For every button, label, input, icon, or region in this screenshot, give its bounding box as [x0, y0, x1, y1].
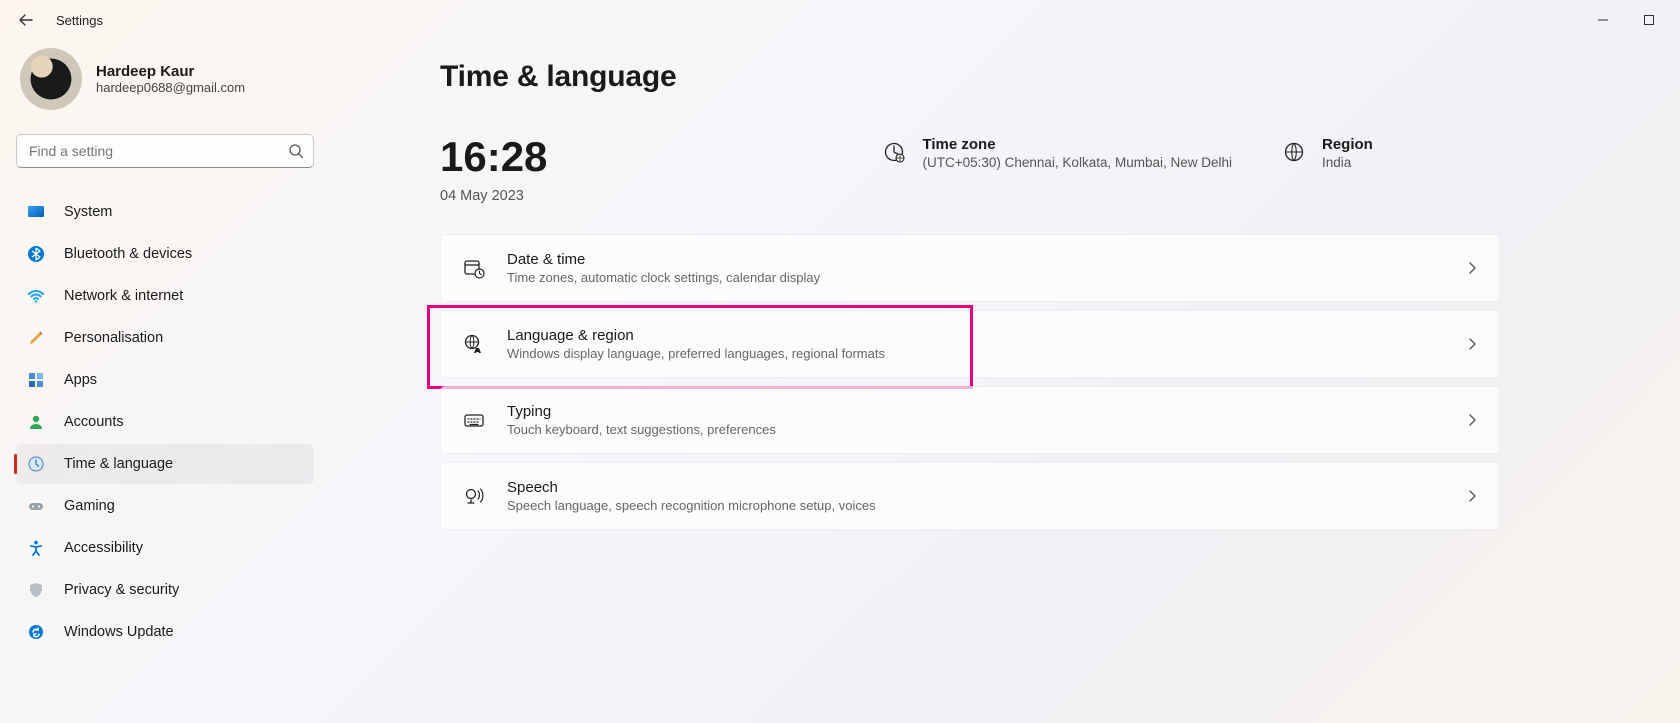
card-desc: Touch keyboard, text suggestions, prefer…	[507, 422, 1465, 437]
sidebar-item-gaming[interactable]: Gaming	[16, 486, 314, 526]
sidebar-item-windows-update[interactable]: Windows Update	[16, 612, 314, 652]
timezone-block[interactable]: Time zone (UTC+05:30) Chennai, Kolkata, …	[880, 136, 1232, 170]
sidebar-item-system[interactable]: System	[16, 192, 314, 232]
card-title: Speech	[507, 479, 1465, 496]
person-icon	[26, 412, 46, 432]
card-desc: Time zones, automatic clock settings, ca…	[507, 270, 1465, 285]
search-input[interactable]	[16, 134, 314, 168]
card-speech[interactable]: Speech Speech language, speech recogniti…	[440, 462, 1500, 530]
region-block[interactable]: Region India	[1280, 136, 1500, 170]
sidebar-item-apps[interactable]: Apps	[16, 360, 314, 400]
timezone-value: (UTC+05:30) Chennai, Kolkata, Mumbai, Ne…	[922, 155, 1232, 170]
chevron-right-icon	[1465, 261, 1479, 275]
card-desc: Windows display language, preferred lang…	[507, 346, 1465, 361]
sidebar-item-time-language[interactable]: Time & language	[16, 444, 314, 484]
wifi-icon	[26, 286, 46, 306]
sidebar-item-label: Gaming	[64, 498, 115, 514]
card-title: Language & region	[507, 327, 1465, 344]
update-icon	[26, 622, 46, 642]
sidebar-item-label: Accessibility	[64, 540, 143, 556]
sidebar-item-privacy[interactable]: Privacy & security	[16, 570, 314, 610]
sidebar-item-label: Accounts	[64, 414, 124, 430]
account-block[interactable]: Hardeep Kaur hardeep0688@gmail.com	[16, 44, 314, 128]
sidebar: Hardeep Kaur hardeep0688@gmail.com Syste…	[0, 40, 330, 723]
sidebar-item-label: Apps	[64, 372, 97, 388]
arrow-left-icon	[18, 12, 34, 28]
page-title: Time & language	[440, 60, 1500, 94]
avatar	[20, 48, 82, 110]
sidebar-item-accessibility[interactable]: Accessibility	[16, 528, 314, 568]
sidebar-item-label: System	[64, 204, 112, 220]
clock-block: 16:28 04 May 2023	[440, 136, 547, 204]
card-date-time[interactable]: Date & time Time zones, automatic clock …	[440, 234, 1500, 302]
sidebar-item-label: Windows Update	[64, 624, 174, 640]
settings-cards: Date & time Time zones, automatic clock …	[440, 234, 1500, 530]
card-title: Typing	[507, 403, 1465, 420]
accessibility-icon	[26, 538, 46, 558]
paintbrush-icon	[26, 328, 46, 348]
search-box	[16, 134, 314, 168]
shield-icon	[26, 580, 46, 600]
sidebar-item-label: Time & language	[64, 456, 173, 472]
language-region-icon	[461, 331, 487, 357]
account-name: Hardeep Kaur	[96, 63, 245, 80]
apps-icon	[26, 370, 46, 390]
sidebar-item-accounts[interactable]: Accounts	[16, 402, 314, 442]
header-row: 16:28 04 May 2023 Time zone (UTC+05:30) …	[440, 136, 1500, 204]
gamepad-icon	[26, 496, 46, 516]
back-button[interactable]	[8, 2, 44, 38]
current-time: 16:28	[440, 136, 547, 178]
card-title: Date & time	[507, 251, 1465, 268]
maximize-icon	[1643, 14, 1655, 26]
main-content: Time & language 16:28 04 May 2023 Time z…	[330, 40, 1680, 723]
sidebar-item-personalisation[interactable]: Personalisation	[16, 318, 314, 358]
card-typing[interactable]: Typing Touch keyboard, text suggestions,…	[440, 386, 1500, 454]
region-label: Region	[1322, 136, 1373, 153]
timezone-label: Time zone	[922, 136, 1232, 153]
globe-icon	[1280, 138, 1308, 166]
sidebar-item-bluetooth[interactable]: Bluetooth & devices	[16, 234, 314, 274]
nav: System Bluetooth & devices Network & int…	[16, 192, 314, 652]
region-value: India	[1322, 155, 1373, 170]
calendar-clock-icon	[461, 255, 487, 281]
minimize-icon	[1597, 14, 1609, 26]
titlebar: Settings	[0, 0, 1680, 40]
keyboard-icon	[461, 407, 487, 433]
current-date: 04 May 2023	[440, 188, 547, 204]
app-title: Settings	[56, 13, 103, 28]
sidebar-item-label: Network & internet	[64, 288, 183, 304]
system-icon	[26, 202, 46, 222]
sidebar-item-label: Personalisation	[64, 330, 163, 346]
sidebar-item-label: Bluetooth & devices	[64, 246, 192, 262]
card-desc: Speech language, speech recognition micr…	[507, 498, 1465, 513]
clock-globe-icon	[26, 454, 46, 474]
sidebar-item-network[interactable]: Network & internet	[16, 276, 314, 316]
minimize-button[interactable]	[1580, 4, 1626, 36]
account-email: hardeep0688@gmail.com	[96, 80, 245, 95]
clock-world-icon	[880, 138, 908, 166]
bluetooth-icon	[26, 244, 46, 264]
chevron-right-icon	[1465, 337, 1479, 351]
chevron-right-icon	[1465, 413, 1479, 427]
card-language-region[interactable]: Language & region Windows display langua…	[440, 310, 1500, 378]
search-icon	[288, 143, 304, 159]
chevron-right-icon	[1465, 489, 1479, 503]
maximize-button[interactable]	[1626, 4, 1672, 36]
sidebar-item-label: Privacy & security	[64, 582, 179, 598]
speech-icon	[461, 483, 487, 509]
